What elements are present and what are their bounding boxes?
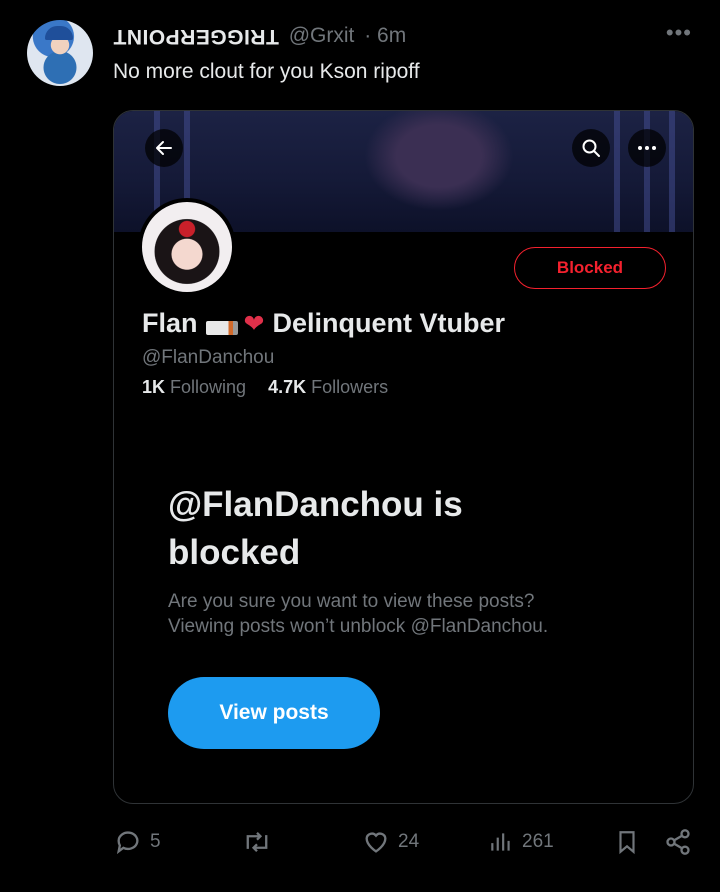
reply-action[interactable]: 5 (114, 822, 161, 862)
profile-stats: 1K Following 4.7K Followers (142, 377, 388, 398)
followers-label[interactable]: Followers (311, 377, 388, 397)
retweet-action[interactable] (242, 822, 280, 862)
tweet-text: No more clout for you Kson ripoff (113, 60, 420, 83)
heart-icon: ❤ (243, 309, 265, 338)
tweet-time[interactable]: · 6m (364, 24, 406, 47)
views-icon (491, 833, 510, 851)
author-avatar[interactable] (27, 20, 93, 86)
author-handle[interactable]: @Grxit (289, 24, 355, 47)
views-action[interactable]: 261 (488, 822, 554, 862)
like-count: 24 (398, 831, 420, 852)
profile-avatar[interactable] (138, 198, 236, 296)
blocked-desc-line1: Are you sure you want to view these post… (168, 591, 535, 612)
more-icon[interactable] (628, 129, 666, 167)
cigarette-icon (205, 320, 238, 335)
blocked-desc-line2: Viewing posts won’t unblock @FlanDanchou… (168, 616, 549, 637)
profile-name-suffix: Delinquent Vtuber (272, 308, 505, 338)
following-label[interactable]: Following (170, 377, 246, 397)
tweet-header: TRIGGERPOINT @Grxit · 6m (113, 24, 406, 48)
share-action[interactable] (664, 822, 692, 862)
view-posts-button[interactable]: View posts (168, 677, 380, 749)
reply-count: 5 (150, 831, 161, 852)
reply-icon (116, 831, 139, 855)
profile-name: Flan ❤ Delinquent Vtuber (142, 308, 505, 339)
following-count[interactable]: 1K (142, 377, 165, 397)
search-icon[interactable] (572, 129, 610, 167)
like-icon (365, 832, 387, 853)
followers-count[interactable]: 4.7K (268, 377, 306, 397)
blocked-description: Are you sure you want to view these post… (168, 589, 638, 639)
author-display-name[interactable]: TRIGGERPOINT (113, 24, 279, 48)
retweet-icon (246, 831, 268, 853)
bookmark-icon (619, 831, 635, 855)
profile-name-text: Flan (142, 308, 198, 338)
tweet-media[interactable]: Blocked Flan ❤ Delinquent Vtuber @FlanDa… (113, 110, 694, 804)
share-icon (666, 829, 690, 855)
tweet-more-icon[interactable]: ••• (666, 22, 692, 44)
back-arrow-icon[interactable] (145, 129, 183, 167)
profile-handle: @FlanDanchou (142, 347, 275, 368)
views-count: 261 (522, 831, 554, 852)
blocked-title: @FlanDanchou is blocked (168, 485, 463, 572)
like-action[interactable]: 24 (362, 822, 419, 862)
blocked-button[interactable]: Blocked (514, 247, 666, 289)
bookmark-action[interactable] (614, 822, 640, 862)
